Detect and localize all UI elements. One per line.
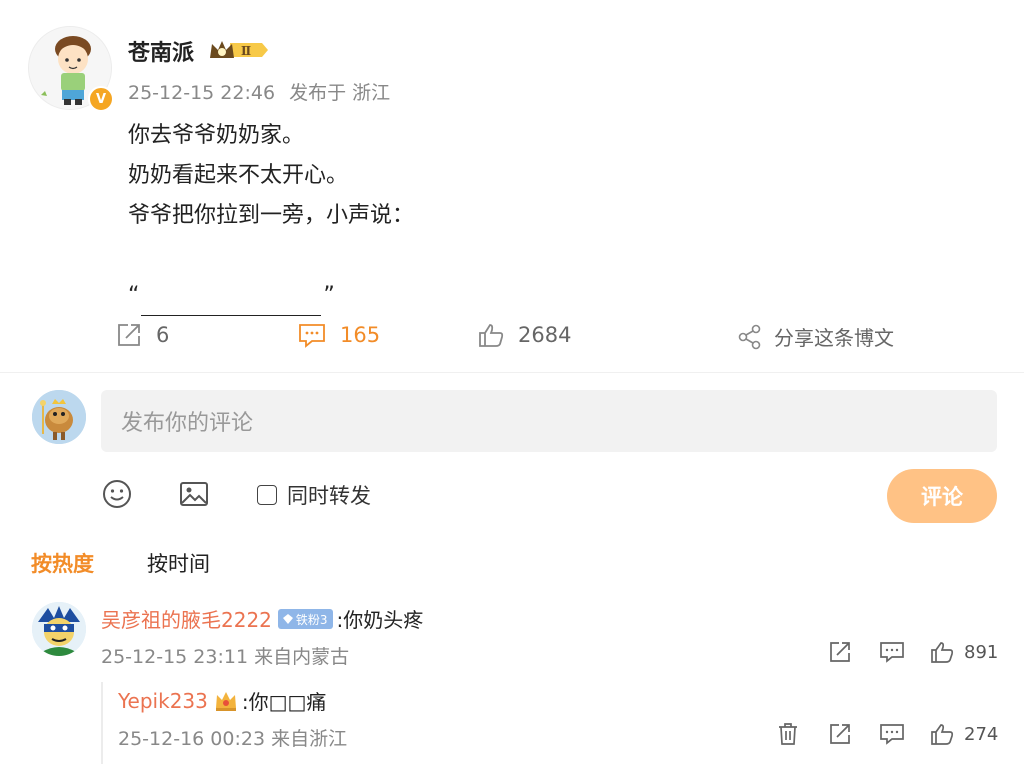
reply-reply-button[interactable] xyxy=(879,722,915,746)
comment-icon xyxy=(880,724,904,745)
crown-badge-icon xyxy=(215,691,236,711)
divider xyxy=(0,372,1024,373)
repost-checkbox[interactable] xyxy=(257,485,277,505)
reply-header: Yepik233 :你□□痛 xyxy=(118,686,326,715)
verified-badge-icon: V xyxy=(88,86,114,112)
comment-like-count: 891 xyxy=(964,641,999,663)
comment-author[interactable]: 吴彦祖的腋毛2222 xyxy=(101,608,272,632)
reply-like-count: 274 xyxy=(964,723,999,745)
post-location: 发布于 浙江 xyxy=(289,82,391,104)
share-action[interactable]: 分享这条博文 xyxy=(738,322,894,351)
thumbs-up-icon xyxy=(931,724,954,745)
repost-icon xyxy=(830,724,850,744)
tab-sort-hot[interactable]: 按热度 xyxy=(31,548,94,578)
blank-underline xyxy=(141,294,322,316)
reply-repost-button[interactable] xyxy=(828,722,862,746)
comment-date: 25-12-15 23:11 xyxy=(101,646,249,668)
repost-checkbox-label: 同时转发 xyxy=(287,484,371,508)
fan-badge: 铁粉3 xyxy=(277,609,333,629)
cartoon-hero-avatar-icon xyxy=(32,602,86,656)
post-line-1: 你去爷爷奶奶家。 xyxy=(128,123,305,148)
reply-date: 25-12-16 00:23 xyxy=(118,728,266,750)
comment-icon xyxy=(880,642,904,663)
post-body: 你去爷爷奶奶家。 奶奶看起来不太开心。 爷爷把你拉到一旁，小声说： “” xyxy=(128,116,414,316)
comment-text: :你奶头疼 xyxy=(336,608,424,632)
comment-like-button[interactable]: 891 xyxy=(930,640,998,664)
comment-location: 来自内蒙古 xyxy=(254,646,350,668)
thumbs-up-icon xyxy=(479,324,504,347)
thumbs-up-icon xyxy=(931,642,954,663)
comment-icon xyxy=(299,324,325,348)
reply-author[interactable]: Yepik233 xyxy=(118,689,208,713)
emoji-icon xyxy=(103,480,131,508)
cartoon-mascot-avatar-icon xyxy=(32,390,86,444)
emoji-button[interactable] xyxy=(100,477,134,511)
post-line-blank xyxy=(128,236,414,276)
comment-header: 吴彦祖的腋毛2222 铁粉3 :你奶头疼 xyxy=(101,604,423,633)
reply-location: 来自浙江 xyxy=(271,728,348,750)
submit-comment-button[interactable]: 评论 xyxy=(887,469,997,523)
trash-icon xyxy=(779,723,797,745)
comment-input[interactable]: 发布你的评论 xyxy=(101,390,997,452)
repost-count: 6 xyxy=(156,323,170,347)
comment-avatar[interactable] xyxy=(32,602,86,656)
diamond-icon xyxy=(282,614,293,624)
post-line-3: 爷爷把你拉到一旁，小声说： xyxy=(128,203,415,228)
vip-crown-badge-icon: Ⅱ xyxy=(208,38,270,62)
quote-close-mark: ” xyxy=(323,283,335,308)
comment-repost-button[interactable] xyxy=(828,640,862,664)
post-quote-line: “” xyxy=(128,276,414,316)
reply-like-button[interactable]: 274 xyxy=(930,722,998,746)
reply-meta: 25-12-16 00:23 来自浙江 xyxy=(118,724,347,751)
tab-sort-time[interactable]: 按时间 xyxy=(147,548,210,578)
repost-action[interactable]: 6 xyxy=(116,322,169,348)
repost-icon xyxy=(118,324,140,346)
image-button[interactable] xyxy=(177,477,211,511)
like-action[interactable]: 2684 xyxy=(478,322,571,348)
my-avatar[interactable] xyxy=(32,390,86,444)
author-name[interactable]: 苍南派 xyxy=(128,35,194,67)
quote-open-mark: “ xyxy=(128,283,140,308)
fan-badge-label: 铁粉3 xyxy=(295,612,328,627)
repost-checkbox-row[interactable]: 同时转发 xyxy=(257,480,371,510)
like-count: 2684 xyxy=(518,323,572,347)
share-label: 分享这条博文 xyxy=(774,326,894,350)
post-line-2: 奶奶看起来不太开心。 xyxy=(128,163,349,188)
reply-delete-button[interactable] xyxy=(777,722,809,746)
share-icon xyxy=(738,324,761,349)
comment-action[interactable]: 165 xyxy=(298,322,380,348)
comment-input-placeholder: 发布你的评论 xyxy=(121,411,254,436)
reply-thread-line xyxy=(101,682,103,764)
post-date: 25-12-15 22:46 xyxy=(128,82,276,104)
repost-icon xyxy=(830,642,850,662)
vip-level-label: Ⅱ xyxy=(241,44,251,58)
reply-text: :你□□痛 xyxy=(241,690,327,714)
post-meta: 25-12-15 22:46 发布于 浙江 xyxy=(128,78,398,105)
comment-reply-button[interactable] xyxy=(879,640,915,664)
image-icon xyxy=(180,482,208,506)
comment-meta: 25-12-15 23:11 来自内蒙古 xyxy=(101,642,349,669)
comment-count: 165 xyxy=(340,323,381,347)
